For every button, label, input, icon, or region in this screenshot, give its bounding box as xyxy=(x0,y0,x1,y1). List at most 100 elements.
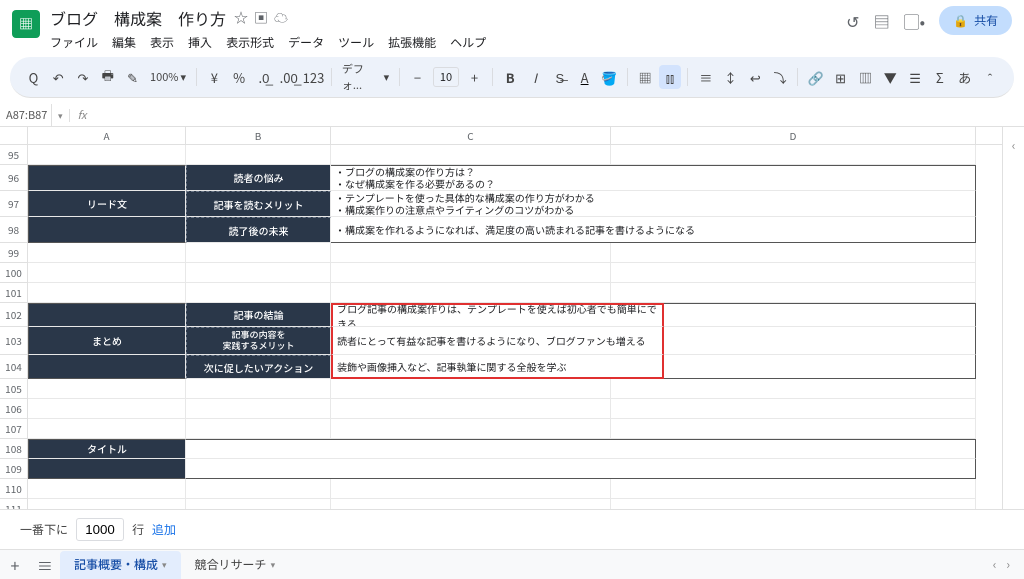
bold-icon[interactable]: B xyxy=(499,65,522,89)
row-header[interactable]: 109 xyxy=(0,459,28,479)
menu-insert[interactable]: 挿入 xyxy=(188,34,212,51)
cell[interactable] xyxy=(611,379,976,399)
category-cell[interactable]: タイトル xyxy=(28,439,186,459)
search-menus-icon[interactable]: Q xyxy=(22,65,45,89)
menu-format[interactable]: 表示形式 xyxy=(226,34,274,51)
cell[interactable] xyxy=(28,145,186,165)
add-rows-link[interactable]: 追加 xyxy=(152,521,176,538)
menu-edit[interactable]: 編集 xyxy=(112,34,136,51)
cell[interactable] xyxy=(28,499,186,509)
content-cell[interactable] xyxy=(186,459,976,479)
v-align-icon[interactable]: ↕ xyxy=(719,65,742,89)
all-sheets-button[interactable]: ≡ xyxy=(30,553,60,577)
content-cell[interactable]: 読者にとって有益な記事を書けるようになり、ブログファンも増える xyxy=(331,327,664,355)
collapse-toolbar-icon[interactable]: ˆ xyxy=(978,65,1002,89)
cell[interactable] xyxy=(186,243,331,263)
row-header[interactable]: 106 xyxy=(0,399,28,419)
row-header[interactable]: 111 xyxy=(0,499,28,509)
name-box[interactable]: A87:B87 xyxy=(0,104,52,126)
add-rows-input[interactable] xyxy=(76,518,124,541)
undo-icon[interactable]: ↶ xyxy=(47,65,70,89)
input-tools-icon[interactable]: あ xyxy=(953,65,976,89)
cell[interactable] xyxy=(331,263,611,283)
tab-menu-icon[interactable]: ▾ xyxy=(271,558,276,571)
menu-tools[interactable]: ツール xyxy=(338,34,374,51)
link-icon[interactable]: 🔗 xyxy=(804,65,827,89)
comments-icon[interactable]: ▤ xyxy=(874,9,890,33)
side-panel[interactable]: ‹ xyxy=(1002,127,1024,509)
label-cell[interactable]: 記事を読むメリット xyxy=(186,191,331,217)
cell[interactable] xyxy=(28,243,186,263)
history-icon[interactable]: ↺ xyxy=(846,9,859,33)
cell[interactable] xyxy=(331,499,611,509)
category-cell[interactable] xyxy=(28,355,186,379)
label-cell[interactable]: 次に促したいアクション xyxy=(186,355,331,379)
rotate-icon[interactable]: ⤵ xyxy=(769,65,792,89)
cell[interactable] xyxy=(28,479,186,499)
row-header[interactable]: 96 xyxy=(0,165,28,191)
content-cell[interactable]: 装飾や画像挿入など、記事執筆に関する全般を学ぶ xyxy=(331,355,664,379)
font-size-increase[interactable]: + xyxy=(463,65,486,89)
comment-icon[interactable]: ⊞ xyxy=(829,65,852,89)
cell[interactable] xyxy=(611,499,976,509)
functions-icon[interactable]: Σ xyxy=(928,65,951,89)
menu-data[interactable]: データ xyxy=(288,34,324,51)
cell[interactable] xyxy=(331,379,611,399)
paint-format-icon[interactable]: ✎ xyxy=(121,65,144,89)
content-cell[interactable]: ・構成案を作れるようになれば、満足度の高い読まれる記事を書けるようになる xyxy=(331,217,976,243)
category-cell[interactable]: リード文 xyxy=(28,191,186,217)
label-cell[interactable]: 記事の結論 xyxy=(186,303,331,327)
row-header[interactable]: 102 xyxy=(0,303,28,327)
category-cell[interactable] xyxy=(28,303,186,327)
cell[interactable] xyxy=(28,283,186,303)
cell[interactable] xyxy=(28,263,186,283)
cell[interactable] xyxy=(186,479,331,499)
wrap-icon[interactable]: ↩ xyxy=(744,65,767,89)
zoom-select[interactable]: 100%▾ xyxy=(146,69,190,85)
content-cell[interactable] xyxy=(186,439,976,459)
cell[interactable] xyxy=(331,419,611,439)
row-header[interactable]: 98 xyxy=(0,217,28,243)
category-cell[interactable] xyxy=(28,165,186,191)
cell[interactable] xyxy=(186,379,331,399)
text-color-icon[interactable]: A xyxy=(573,65,596,89)
menu-view[interactable]: 表示 xyxy=(150,34,174,51)
borders-icon[interactable]: ▦ xyxy=(634,65,657,89)
row-header[interactable]: 97 xyxy=(0,191,28,217)
move-folder-icon[interactable]: ▣ xyxy=(254,8,268,28)
cell[interactable] xyxy=(331,479,611,499)
tab-menu-icon[interactable]: ▾ xyxy=(162,558,167,571)
row-header[interactable]: 103 xyxy=(0,327,28,355)
row-header[interactable]: 108 xyxy=(0,439,28,459)
row-header[interactable]: 110 xyxy=(0,479,28,499)
cell[interactable] xyxy=(28,399,186,419)
merge-cells-icon[interactable]: ⫾⫾ xyxy=(659,65,682,89)
menu-extensions[interactable]: 拡張機能 xyxy=(388,34,436,51)
font-select[interactable]: デフォ...▾ xyxy=(338,61,393,93)
print-icon[interactable]: 🖶 xyxy=(96,65,119,89)
cell[interactable] xyxy=(28,379,186,399)
sheet-tab-active[interactable]: 記事概要・構成 ▾ xyxy=(60,551,181,579)
row-header[interactable]: 95 xyxy=(0,145,28,165)
cell[interactable] xyxy=(331,399,611,419)
scroll-right-icon[interactable]: › xyxy=(1006,556,1010,573)
document-title[interactable]: ブログ 構成案 作り方 xyxy=(50,6,226,30)
meet-icon[interactable]: ▢• xyxy=(904,9,925,33)
cell[interactable] xyxy=(664,327,976,355)
filter-views-icon[interactable]: ☰ xyxy=(904,65,927,89)
cell[interactable] xyxy=(186,145,331,165)
percent-icon[interactable]: % xyxy=(228,65,251,89)
label-cell[interactable]: 読了後の未来 xyxy=(186,217,331,243)
label-cell[interactable]: 記事の内容を 実践するメリット xyxy=(186,327,331,355)
increase-decimal-icon[interactable]: .00̲ xyxy=(277,65,300,89)
h-align-icon[interactable]: ≡ xyxy=(694,65,717,89)
cell[interactable] xyxy=(186,399,331,419)
category-cell[interactable]: まとめ xyxy=(28,327,186,355)
scroll-left-icon[interactable]: ‹ xyxy=(993,556,997,573)
content-cell[interactable]: ブログ記事の構成案作りは、テンプレートを使えば初心者でも簡単にできる xyxy=(331,303,664,327)
content-cell[interactable]: ・テンプレートを使った具体的な構成案の作り方がわかる ・構成案作りの注意点やライ… xyxy=(331,191,976,217)
filter-icon[interactable]: ▼ xyxy=(879,65,902,89)
name-box-dropdown-icon[interactable]: ▾ xyxy=(52,109,70,122)
col-header-A[interactable]: A xyxy=(28,127,186,144)
star-icon[interactable]: ☆ xyxy=(234,8,248,28)
